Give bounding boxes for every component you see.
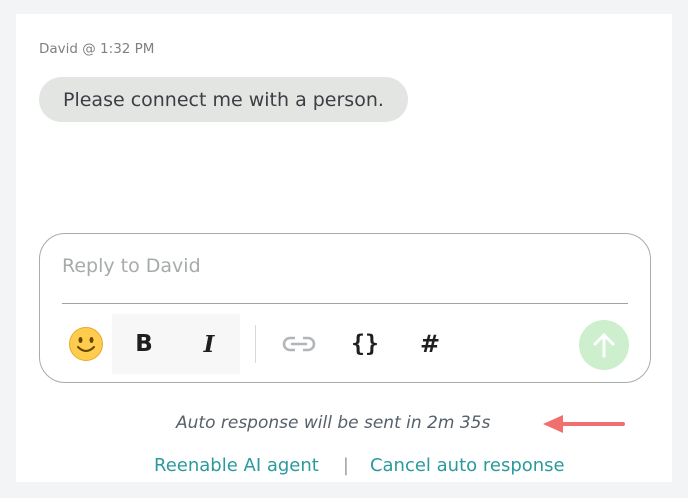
italic-button[interactable]: I [179,314,239,374]
italic-icon: I [203,330,215,358]
action-links: Reenable AI agent | Cancel auto response [154,455,565,476]
reenable-ai-agent-link[interactable]: Reenable AI agent [154,455,319,476]
message-bubble: Please connect me with a person. [39,77,408,122]
reply-composer: B I {} # [39,233,651,383]
arrow-left-icon [543,415,625,433]
code-button[interactable]: {} [335,314,395,374]
chat-panel: David @ 1:32 PM Please connect me with a… [16,14,672,482]
message-text: Please connect me with a person. [63,88,384,111]
hashtag-icon: # [419,330,441,358]
composer-divider [62,303,628,304]
arrow-up-icon [593,333,615,358]
cancel-auto-response-link[interactable]: Cancel auto response [370,455,565,476]
send-button[interactable] [579,320,629,370]
message-meta: David @ 1:32 PM [39,41,155,57]
bold-icon: B [135,331,153,357]
hashtag-button[interactable]: # [400,314,460,374]
link-icon [282,336,316,352]
bold-button[interactable]: B [114,314,174,374]
code-icon: {} [351,331,379,357]
emoji-button[interactable] [56,314,116,374]
auto-response-note: Auto response will be sent in 2m 35s [176,413,491,433]
toolbar-separator [255,325,256,363]
link-button[interactable] [269,314,329,374]
emoji-icon [69,327,103,361]
action-separator: | [342,455,349,476]
reply-input[interactable] [62,255,628,277]
